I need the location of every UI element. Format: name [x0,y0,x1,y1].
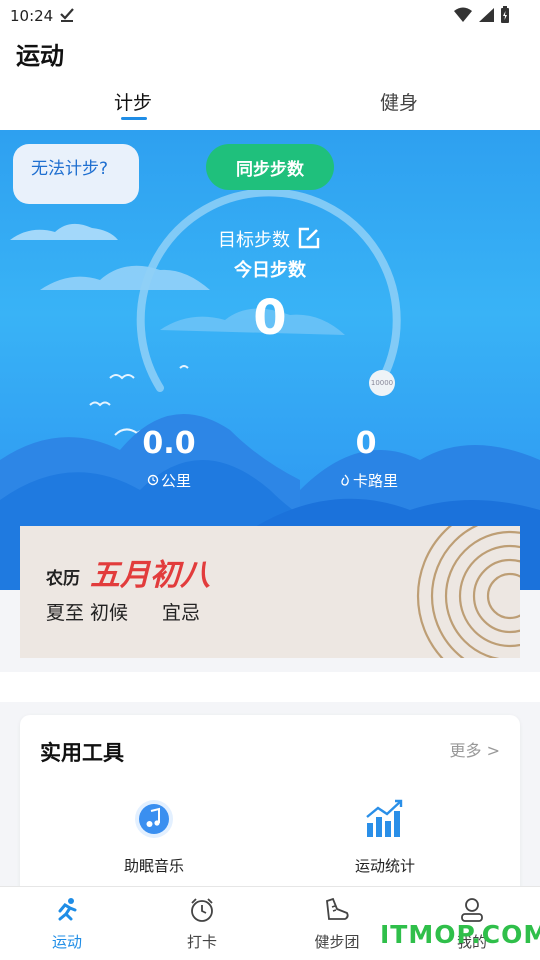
nav-sport[interactable]: 运动 [27,895,107,952]
section-divider [0,672,540,702]
status-bar: 10:24 [0,0,540,32]
tab-steps[interactable]: 计步 [114,88,152,115]
lunar-calendar-card[interactable]: 农历 五月初八 夏至 初候 宜忌 [20,526,520,658]
battery-icon [500,6,510,28]
distance-value: 0.0 [142,426,196,461]
lunar-advice: 宜忌 [162,602,201,624]
tools-more-link[interactable]: 更多 > [450,737,501,761]
bar-chart-icon [363,797,407,841]
edit-goal-icon[interactable] [297,226,321,254]
nav-walking-group[interactable]: 健步团 [297,895,377,952]
tab-fitness[interactable]: 健身 [380,88,418,115]
status-time: 10:24 [10,7,54,25]
lunar-date: 五月初八 [90,558,210,593]
shoe-icon [297,895,377,925]
goal-marker: 10000 [369,370,395,396]
alarm-clock-icon [162,895,242,925]
sync-steps-button[interactable]: 同步步数 [206,144,334,190]
calories-value: 0 [355,426,377,461]
tool-exercise-stats-label: 运动统计 [354,857,415,875]
nav-checkin[interactable]: 打卡 [162,895,242,952]
tool-exercise-stats[interactable]: 运动统计 [325,797,445,876]
nav-walking-group-label: 健步团 [314,933,360,951]
calories-label: 卡路里 [353,472,399,490]
tools-card: 实用工具 更多 > 助眠音乐 运动统计 [20,715,520,905]
download-done-icon [58,5,76,27]
site-watermark: ITMOP.COM [380,920,540,949]
goal-steps-label: 目标步数 [218,230,290,251]
flame-icon [339,472,351,490]
tools-title: 实用工具 [40,741,124,765]
today-steps-label: 今日步数 [234,260,306,281]
tree-rings-decoration [416,526,520,658]
running-icon [27,895,107,925]
stopwatch-icon [147,472,159,490]
active-tab-indicator [121,117,147,120]
calories-label-group: 卡路里 [339,470,398,491]
distance-label-group: 公里 [147,470,191,491]
page-title: 运动 [16,42,64,70]
tool-sleep-music-label: 助眠音乐 [123,857,184,875]
lunar-prefix: 农历 [46,569,80,589]
distance-label: 公里 [161,472,192,490]
pedometer-panel: 无法计步? 同步步数 目标步数 今日步数 0 10000 0.0 0 公里 卡路… [0,130,540,590]
top-bar: 运动 计步 健身 [0,32,540,130]
signal-icon [478,7,494,27]
cannot-count-help-button[interactable]: 无法计步? [13,144,139,204]
wifi-icon [454,7,472,27]
solar-term: 夏至 初候 [46,602,129,624]
status-icons [454,6,510,28]
music-note-icon [132,797,176,841]
help-text: 无法计步? [31,159,109,179]
today-steps-value: 0 [253,290,287,346]
tool-sleep-music[interactable]: 助眠音乐 [94,797,214,876]
nav-sport-label: 运动 [51,933,82,951]
nav-checkin-label: 打卡 [186,933,217,951]
